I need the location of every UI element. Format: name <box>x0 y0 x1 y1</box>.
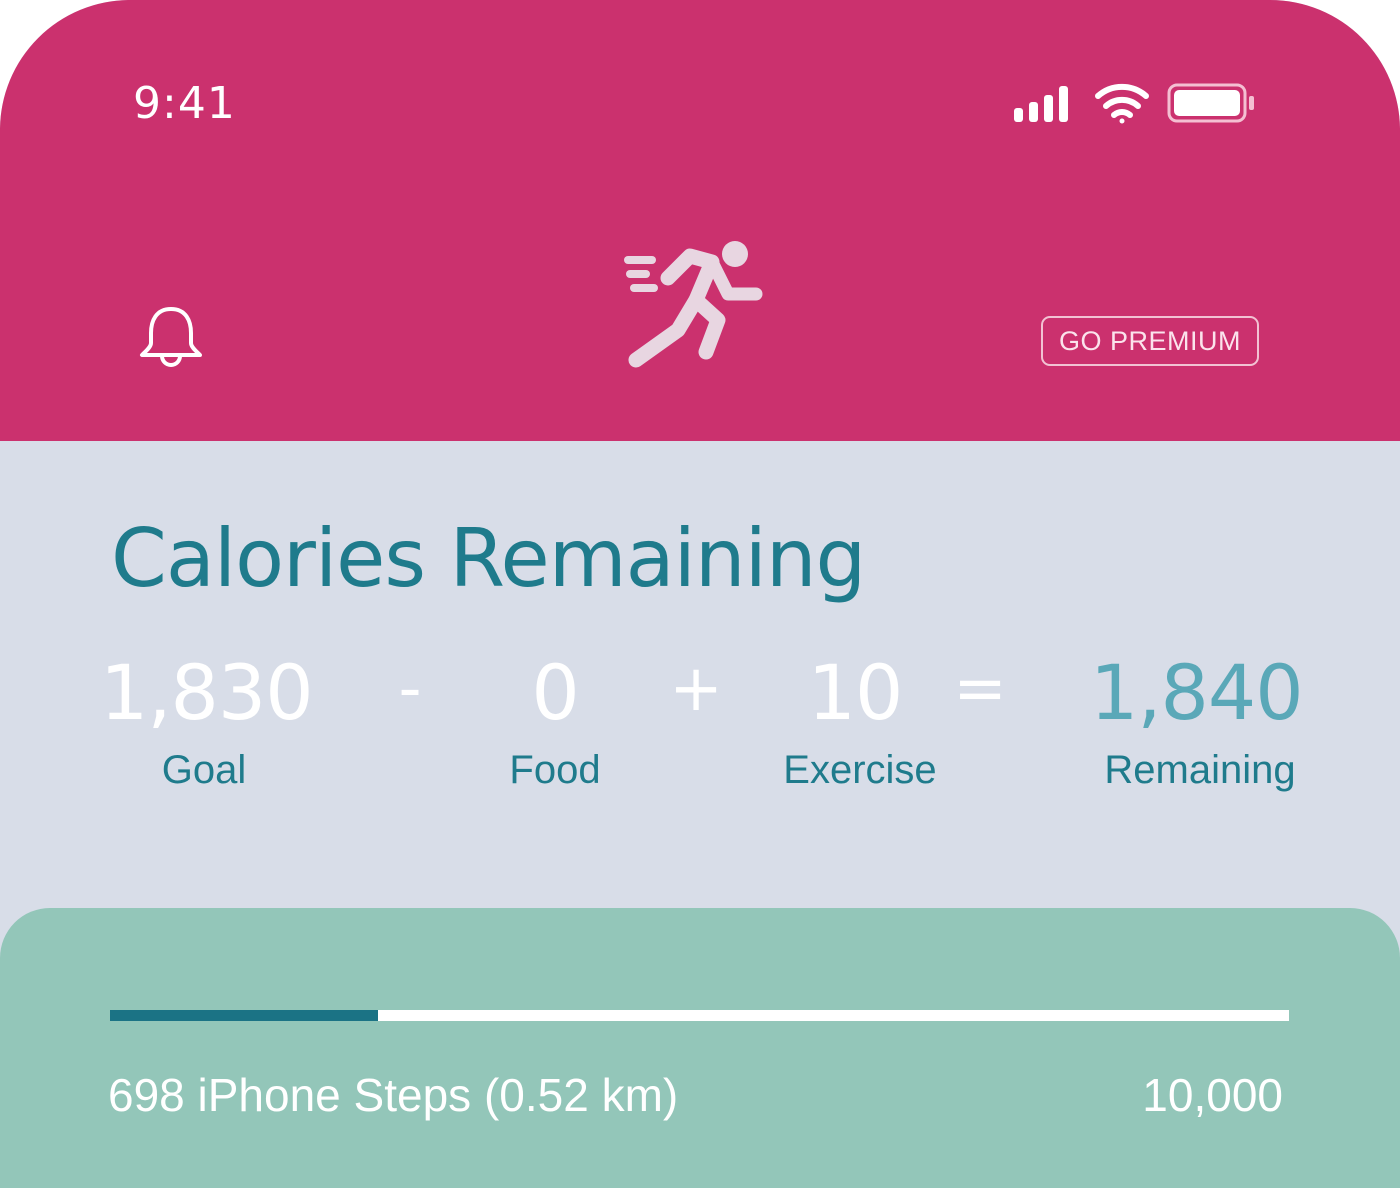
cellular-signal-icon <box>1014 86 1068 122</box>
bell-icon[interactable] <box>136 303 206 371</box>
app-screen: 9:41 GO PREMIUM Calories Remaining 1,830… <box>0 0 1400 1188</box>
steps-card[interactable]: 698 iPhone Steps (0.52 km) 10,000 <box>0 908 1400 1188</box>
wifi-icon <box>1095 83 1149 124</box>
battery-icon <box>1167 83 1254 123</box>
food-label: Food <box>509 748 601 792</box>
steps-progress-bar <box>110 1010 1289 1021</box>
food-value: 0 <box>531 648 579 737</box>
remaining-value: 1,840 <box>1090 648 1304 737</box>
steps-goal: 10,000 <box>1142 1069 1283 1121</box>
steps-summary: 698 iPhone Steps (0.52 km) <box>108 1069 679 1121</box>
minus-operator: - <box>398 652 422 726</box>
app-header: 9:41 GO PREMIUM <box>0 0 1400 441</box>
exercise-label: Exercise <box>783 748 937 792</box>
equals-operator: = <box>953 652 1007 726</box>
plus-operator: + <box>669 652 723 726</box>
running-person-icon <box>624 241 763 368</box>
goal-value: 1,830 <box>100 648 314 737</box>
remaining-label: Remaining <box>1104 748 1296 792</box>
steps-progress-fill <box>110 1010 378 1021</box>
exercise-value: 10 <box>807 648 904 737</box>
goal-label: Goal <box>161 748 247 792</box>
calories-remaining-title: Calories Remaining <box>111 512 866 605</box>
go-premium-button[interactable]: GO PREMIUM <box>1041 316 1259 366</box>
status-time: 9:41 <box>133 78 236 129</box>
status-icons <box>1014 83 1254 124</box>
